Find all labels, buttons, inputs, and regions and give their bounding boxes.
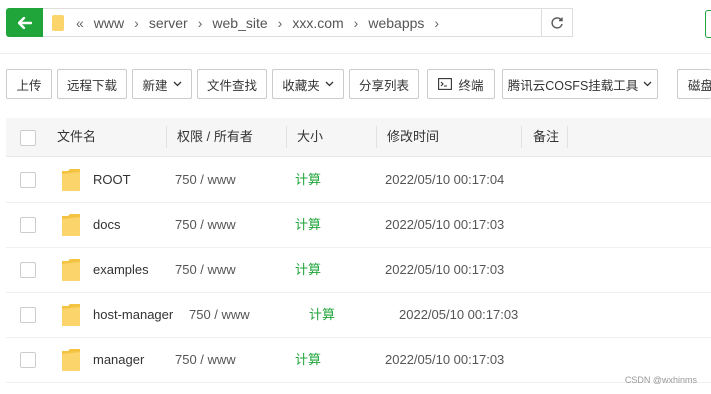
folder-icon [62, 169, 80, 191]
folder-icon [52, 14, 64, 31]
header-permission-owner[interactable]: 权限 / 所有者 [177, 118, 253, 156]
share-list-label: 分享列表 [358, 78, 409, 93]
file-size-calc[interactable]: 计算 [295, 247, 321, 292]
remote-download-label: 远程下载 [66, 78, 117, 93]
breadcrumb-item-server[interactable]: server [149, 15, 188, 31]
refresh-button[interactable] [541, 8, 573, 37]
disk-label: 磁盘 [688, 78, 711, 93]
table-header: 文件名 权限 / 所有者 大小 修改时间 备注 [6, 118, 711, 157]
file-permission[interactable]: 750 / www [175, 157, 236, 202]
row-checkbox[interactable] [20, 217, 36, 233]
refresh-icon [551, 16, 563, 29]
folder-icon [62, 259, 80, 281]
new-dropdown-button[interactable]: 新建 [132, 69, 192, 99]
table-row[interactable]: ROOT 750 / www 计算 2022/05/10 00:17:04 [6, 157, 711, 203]
chevron-right-icon: › [134, 14, 139, 31]
terminal-button[interactable]: 终端 [427, 69, 495, 99]
new-label: 新建 [142, 78, 168, 93]
column-divider [286, 126, 287, 148]
row-checkbox[interactable] [20, 352, 36, 368]
row-checkbox[interactable] [20, 172, 36, 188]
chevron-down-icon [643, 81, 652, 87]
remote-download-button[interactable]: 远程下载 [57, 69, 127, 99]
header-modified-time[interactable]: 修改时间 [387, 118, 439, 156]
select-all-checkbox[interactable] [20, 130, 36, 146]
file-search-label: 文件查找 [206, 78, 257, 93]
file-name[interactable]: examples [93, 247, 149, 292]
file-size-calc[interactable]: 计算 [295, 157, 321, 202]
file-size-calc[interactable]: 计算 [295, 202, 321, 247]
file-mtime: 2022/05/10 00:17:04 [385, 172, 505, 187]
row-checkbox[interactable] [20, 262, 36, 278]
watermark: CSDN @wxhinms [624, 375, 697, 385]
header-filename[interactable]: 文件名 [57, 118, 96, 156]
partial-button[interactable] [705, 10, 711, 38]
file-name[interactable]: manager [93, 337, 144, 382]
file-permission[interactable]: 750 / www [175, 337, 236, 382]
chevron-down-icon [173, 81, 181, 87]
row-checkbox[interactable] [20, 307, 36, 323]
table-row[interactable]: examples 750 / www 计算 2022/05/10 00:17:0… [6, 247, 711, 293]
breadcrumb-item-web-site[interactable]: web_site [212, 15, 267, 31]
file-permission[interactable]: 750 / www [175, 247, 236, 292]
chevron-right-icon: › [353, 14, 359, 31]
file-mtime: 2022/05/10 00:17:03 [385, 262, 505, 277]
folder-icon [62, 349, 80, 371]
file-mtime: 2022/05/10 00:17:03 [385, 217, 505, 232]
file-name[interactable]: host-manager [93, 292, 173, 337]
breadcrumb-item-www[interactable]: www [94, 15, 124, 31]
file-permission[interactable]: 750 / www [175, 202, 236, 247]
upload-label: 上传 [16, 78, 42, 93]
favorites-dropdown-button[interactable]: 收藏夹 [272, 69, 344, 99]
share-list-button[interactable]: 分享列表 [349, 69, 419, 99]
chevron-right-icon: › [277, 14, 283, 31]
breadcrumb-item-domain[interactable]: xxx.com [292, 15, 343, 31]
header-size[interactable]: 大小 [297, 118, 323, 156]
file-size-calc[interactable]: 计算 [295, 337, 321, 382]
favorites-label: 收藏夹 [282, 78, 320, 93]
cosfs-label: 腾讯云COSFS挂载工具 [507, 78, 639, 93]
chevron-down-icon [325, 81, 334, 87]
divider [0, 53, 711, 54]
column-divider [521, 126, 522, 148]
chevron-right-icon: › [197, 14, 203, 31]
arrow-left-icon [17, 16, 32, 29]
disk-button[interactable]: 磁盘 [677, 69, 711, 99]
file-search-button[interactable]: 文件查找 [197, 69, 267, 99]
upload-button[interactable]: 上传 [6, 69, 52, 99]
column-divider [567, 126, 568, 148]
folder-icon [62, 214, 80, 236]
header-remark: 备注 [533, 129, 560, 144]
chevron-right-icon: › [434, 14, 440, 31]
file-name[interactable]: docs [93, 202, 120, 247]
column-divider [166, 126, 167, 148]
column-divider [376, 126, 377, 148]
terminal-label: 终端 [458, 78, 484, 93]
file-size-calc[interactable]: 计算 [309, 292, 335, 337]
back-button[interactable] [6, 8, 43, 37]
cosfs-dropdown-button[interactable]: 腾讯云COSFS挂载工具 [502, 69, 658, 99]
breadcrumb-item-webapps[interactable]: webapps [368, 15, 424, 31]
address-bar[interactable]: « www › server › web_site › xxx.com › we… [43, 8, 542, 37]
file-mtime: 2022/05/10 00:17:03 [385, 352, 505, 367]
folder-icon [62, 304, 80, 326]
table-row[interactable]: docs 750 / www 计算 2022/05/10 00:17:03 [6, 202, 711, 248]
file-permission[interactable]: 750 / www [189, 292, 250, 337]
table-row[interactable]: host-manager 750 / www 计算 2022/05/10 00:… [6, 292, 711, 338]
terminal-icon [438, 78, 453, 90]
file-mtime: 2022/05/10 00:17:03 [399, 307, 519, 322]
table-row[interactable]: manager 750 / www 计算 2022/05/10 00:17:03 [6, 337, 711, 383]
breadcrumb-collapse[interactable]: « [76, 15, 84, 31]
file-name[interactable]: ROOT [93, 157, 131, 202]
